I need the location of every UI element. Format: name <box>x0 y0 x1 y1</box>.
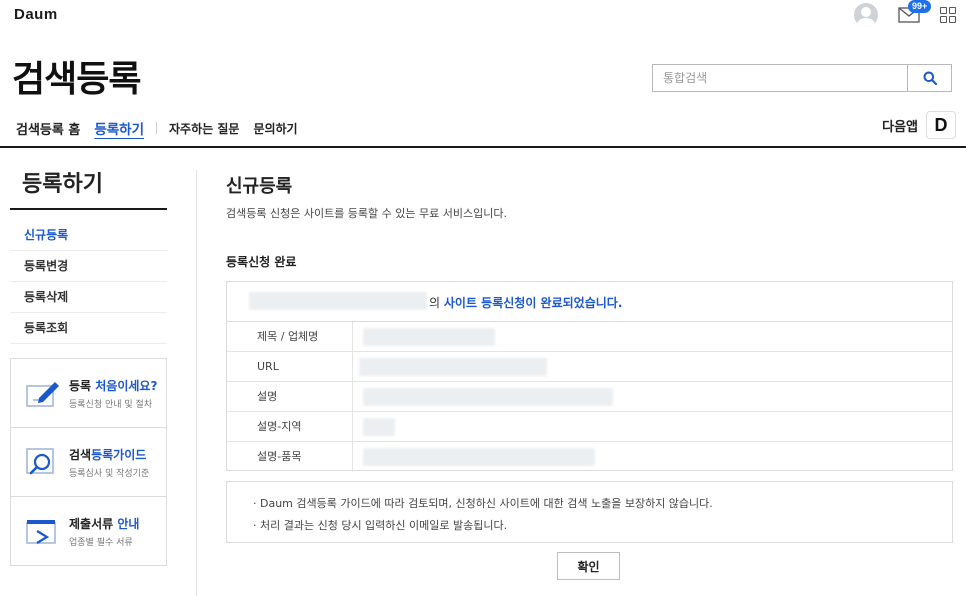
promo-title: 검색등록가이드 <box>69 447 147 462</box>
result-table: 의 사이트 등록신청이 완료되었습니다. 제목 / 업체명 URL 설명 설명-… <box>226 281 953 472</box>
promo-subtitle: 등록심사 및 작성기준 <box>69 468 150 479</box>
content-divider <box>196 170 197 596</box>
row-label-url: URL <box>227 352 353 381</box>
promo-title: 제출서류 안내 <box>69 517 140 531</box>
promo-first-time[interactable]: 등록 처음이세요? 등록신청 안내 및 절차 <box>11 359 166 428</box>
search-input[interactable] <box>653 65 907 91</box>
mail-count-badge: 99+ <box>908 0 932 13</box>
promo-title: 등록 처음이세요? <box>69 378 158 393</box>
row-label-region: 설명-지역 <box>227 412 353 441</box>
promo-guide[interactable]: 검색등록가이드 등록심사 및 작성기준 <box>11 428 166 497</box>
avatar[interactable] <box>854 3 878 27</box>
promo-subtitle: 업종별 필수 서류 <box>69 538 133 548</box>
promo-documents[interactable]: 제출서류 안내 업종별 필수 서류 <box>11 497 166 566</box>
row-value <box>353 442 952 472</box>
sidebar-divider <box>10 208 167 210</box>
magnifier-icon <box>26 448 54 475</box>
search-bar <box>652 64 952 92</box>
notice-line: · 처리 결과는 신청 당시 입력하신 이메일로 발송됩니다. <box>253 519 508 532</box>
page-title[interactable]: 검색등록 <box>12 50 141 102</box>
result-message: 의 사이트 등록신청이 완료되었습니다. <box>227 282 952 322</box>
confirm-button[interactable]: 확인 <box>557 552 620 580</box>
nav-divider <box>156 122 158 134</box>
sidebar-promo-box: 등록 처음이세요? 등록신청 안내 및 절차 검색등록가이드 등록심사 및 작성… <box>10 358 167 566</box>
header-nav: 검색등록 홈 등록하기 자주하는 질문 문의하기 <box>16 118 312 139</box>
row-value <box>353 352 952 381</box>
row-value <box>353 322 952 351</box>
nav-register[interactable]: 등록하기 <box>94 118 144 138</box>
table-row: 설명-지역 <box>227 412 952 442</box>
table-row: 설명 <box>227 382 952 412</box>
result-message-text: 의 사이트 등록신청이 완료되었습니다. <box>429 296 623 310</box>
pencil-icon <box>26 382 59 407</box>
mail-button[interactable]: 99+ <box>898 0 932 23</box>
search-button[interactable] <box>907 65 951 91</box>
section-title: 등록신청 완료 <box>226 255 297 269</box>
promo-subtitle: 등록신청 안내 및 절차 <box>69 399 153 410</box>
daum-app-label: 다음앱 <box>882 119 918 135</box>
sidebar-menu: 신규등록 등록변경 등록삭제 등록조회 <box>10 220 167 344</box>
row-value <box>353 412 952 441</box>
main-description: 검색등록 신청은 사이트를 등록할 수 있는 무료 서비스입니다. <box>226 207 507 220</box>
nav-home[interactable]: 검색등록 홈 <box>16 119 80 138</box>
redacted-site-name <box>249 292 427 310</box>
row-label-title: 제목 / 업체명 <box>227 322 353 351</box>
row-label-items: 설명-품목 <box>227 442 353 472</box>
top-icons: 99+ <box>854 0 956 27</box>
notice-line: · Daum 검색등록 가이드에 따라 검토되며, 신청하신 사이트에 대한 검… <box>253 497 713 510</box>
sidebar-item-lookup[interactable]: 등록조회 <box>10 313 167 344</box>
nav-contact[interactable]: 문의하기 <box>253 120 297 137</box>
nav-faq[interactable]: 자주하는 질문 <box>169 120 239 137</box>
notice-box: · Daum 검색등록 가이드에 따라 검토되며, 신청하신 사이트에 대한 검… <box>226 481 953 543</box>
row-value <box>353 382 952 411</box>
search-icon <box>923 71 937 85</box>
table-row: 설명-품목 <box>227 442 952 472</box>
daum-logo[interactable]: Daum <box>14 6 58 23</box>
apps-grid-icon[interactable] <box>940 7 956 23</box>
sidebar-item-delete[interactable]: 등록삭제 <box>10 282 167 313</box>
header-divider <box>0 146 966 148</box>
sidebar-item-new[interactable]: 신규등록 <box>10 220 167 251</box>
daum-app-link[interactable]: 다음앱 D <box>882 111 956 139</box>
document-icon <box>26 519 56 544</box>
main-title: 신규등록 <box>226 176 293 197</box>
table-row: URL <box>227 352 952 382</box>
row-label-description: 설명 <box>227 382 353 411</box>
table-row: 제목 / 업체명 <box>227 322 952 352</box>
daum-app-icon: D <box>926 111 956 139</box>
sidebar-item-change[interactable]: 등록변경 <box>10 251 167 282</box>
sidebar-title: 등록하기 <box>22 172 103 197</box>
